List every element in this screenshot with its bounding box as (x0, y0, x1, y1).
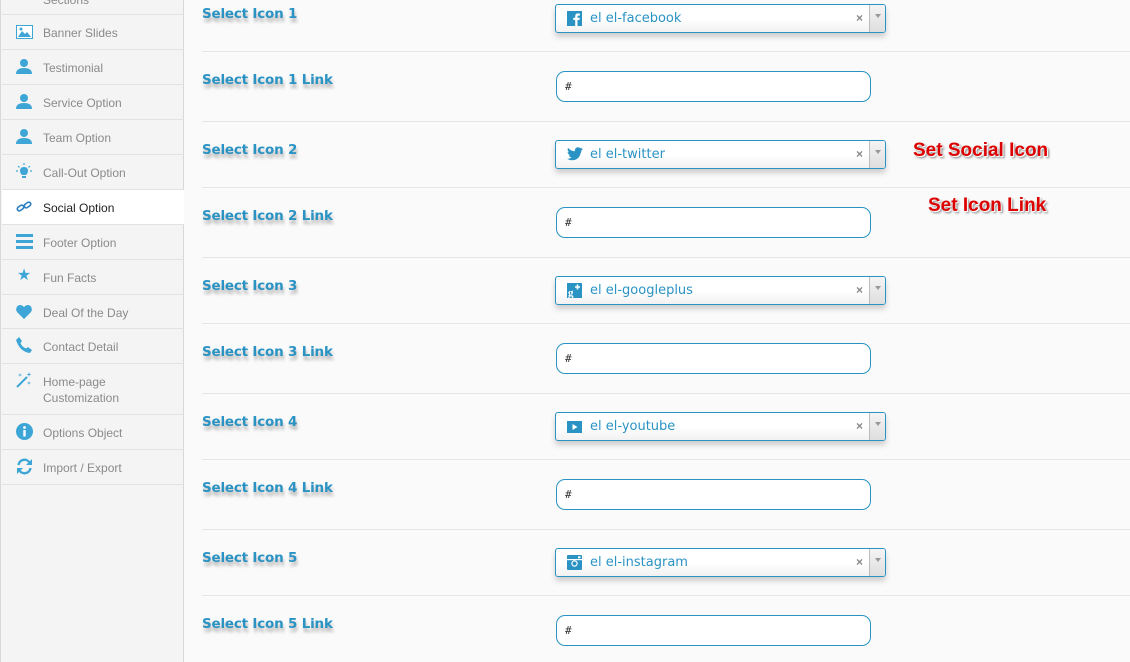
sidebar-item-label: Fun Facts (43, 271, 97, 285)
icon-4-link-input[interactable] (556, 479, 871, 510)
icon-3-link-input[interactable] (556, 343, 871, 374)
sidebar-item-label: Call-Out Option (43, 166, 126, 180)
dropdown-arrow-icon[interactable] (869, 277, 885, 304)
icon-4-select[interactable]: el el-youtube × (555, 412, 886, 441)
icon-5-link-input[interactable] (556, 615, 871, 646)
selected-value: el el-instagram (590, 555, 688, 570)
clear-selection-icon[interactable]: × (856, 11, 863, 25)
user-icon (15, 127, 33, 145)
googleplus-icon: g (567, 283, 582, 299)
sidebar-item-label: Service Option (43, 96, 122, 110)
annotation-set-icon-link: Set Icon Link (928, 195, 1047, 216)
user-icon (15, 57, 33, 75)
sidebar-item-label: Sections (43, 0, 90, 7)
dropdown-arrow-icon[interactable] (869, 549, 885, 576)
row-divider (202, 51, 1130, 52)
star-icon: ★ (16, 267, 32, 284)
sidebar-item-fun-facts[interactable]: ★ Fun Facts (2, 260, 184, 295)
svg-text:g: g (568, 287, 574, 298)
sidebar-item-label: Team Option (43, 131, 112, 145)
selected-value: el el-googleplus (590, 283, 693, 298)
field-label: Select Icon 3 (202, 278, 298, 294)
magic-wand-icon (15, 371, 33, 389)
field-label: Select Icon 5 (202, 550, 298, 566)
dropdown-arrow-icon[interactable] (869, 5, 885, 32)
sidebar-item-social-option[interactable]: Social Option (2, 190, 184, 225)
sidebar-item-options-object[interactable]: Options Object (2, 415, 184, 450)
link-icon (15, 198, 33, 216)
facebook-icon (567, 11, 582, 26)
sidebar-item-label: Import / Export (43, 461, 122, 475)
row-divider (202, 187, 1130, 188)
field-label: Select Icon 3 Link (202, 344, 333, 360)
refresh-icon (15, 457, 33, 475)
sidebar-item-import-export[interactable]: Import / Export (2, 450, 184, 485)
row-divider (202, 257, 1130, 258)
sidebar-item-label: Social Option (43, 201, 115, 215)
selected-value: el el-twitter (590, 147, 665, 162)
icon-2-select[interactable]: el el-twitter × (555, 140, 886, 169)
row-divider (202, 529, 1130, 530)
sidebar-item-team-option[interactable]: Team Option (2, 120, 184, 155)
field-label: Select Icon 2 (202, 142, 298, 158)
sidebar-item-deal-of-the-day[interactable]: Deal Of the Day (2, 295, 184, 329)
dropdown-arrow-icon[interactable] (869, 413, 885, 440)
options-sidebar: Sections Banner Slides Testimonial Servi… (0, 0, 184, 662)
user-icon (15, 92, 33, 110)
field-label: Select Icon 4 (202, 414, 298, 430)
youtube-icon (567, 420, 582, 435)
social-options-panel: Select Icon 1 el el-facebook × Select Ic… (184, 0, 1130, 662)
clear-selection-icon[interactable]: × (856, 555, 863, 569)
row-divider (202, 323, 1130, 324)
clear-selection-icon[interactable]: × (856, 147, 863, 161)
field-label: Select Icon 4 Link (202, 480, 333, 496)
row-divider (202, 595, 1130, 596)
sidebar-item-call-out-option[interactable]: Call-Out Option (2, 155, 184, 190)
sidebar-item-testimonial[interactable]: Testimonial (2, 50, 184, 85)
row-divider (202, 121, 1130, 122)
sidebar-item-label: Footer Option (43, 236, 117, 250)
heart-icon (15, 302, 33, 320)
field-label: Select Icon 1 Link (202, 72, 333, 88)
phone-icon (15, 336, 33, 354)
sidebar-item-label: Deal Of the Day (43, 306, 129, 320)
row-divider (202, 393, 1130, 394)
image-icon (15, 23, 33, 41)
sidebar-item-label: Contact Detail (43, 340, 119, 354)
clear-selection-icon[interactable]: × (856, 283, 863, 297)
field-label: Select Icon 1 (202, 6, 298, 22)
dropdown-arrow-icon[interactable] (869, 141, 885, 168)
annotation-set-social-icon: Set Social Icon (913, 140, 1049, 161)
selected-value: el el-youtube (590, 419, 676, 434)
icon-1-link-input[interactable] (556, 71, 871, 102)
row-divider (202, 459, 1130, 460)
lightbulb-icon (15, 162, 33, 180)
sidebar-item-label: Home-page Customization (43, 375, 120, 405)
sidebar-item-footer-option[interactable]: Footer Option (2, 225, 184, 260)
sidebar-item-home-page-customization[interactable]: Home-page Customization (2, 364, 184, 415)
icon-1-select[interactable]: el el-facebook × (555, 4, 886, 33)
field-label: Select Icon 2 Link (202, 208, 333, 224)
selected-value: el el-facebook (590, 11, 682, 26)
sidebar-item-label: Banner Slides (43, 26, 118, 40)
sidebar-item-service-option[interactable]: Service Option (2, 85, 184, 120)
twitter-icon (567, 147, 583, 162)
icon-3-select[interactable]: g el el-googleplus × (555, 276, 886, 305)
sidebar-item-contact-detail[interactable]: Contact Detail (2, 329, 184, 364)
info-icon (15, 422, 33, 440)
sidebar-item-banner-slides[interactable]: Banner Slides (2, 15, 184, 50)
icon-5-select[interactable]: el el-instagram × (555, 548, 886, 577)
sidebar-item-label: Options Object (43, 426, 123, 440)
sidebar-item-sections[interactable]: Sections (2, 0, 184, 15)
field-label: Select Icon 5 Link (202, 616, 333, 632)
clear-selection-icon[interactable]: × (856, 419, 863, 433)
sidebar-item-label: Testimonial (43, 61, 104, 75)
icon-2-link-input[interactable] (556, 207, 871, 238)
instagram-icon (567, 555, 582, 570)
list-icon (15, 232, 33, 250)
